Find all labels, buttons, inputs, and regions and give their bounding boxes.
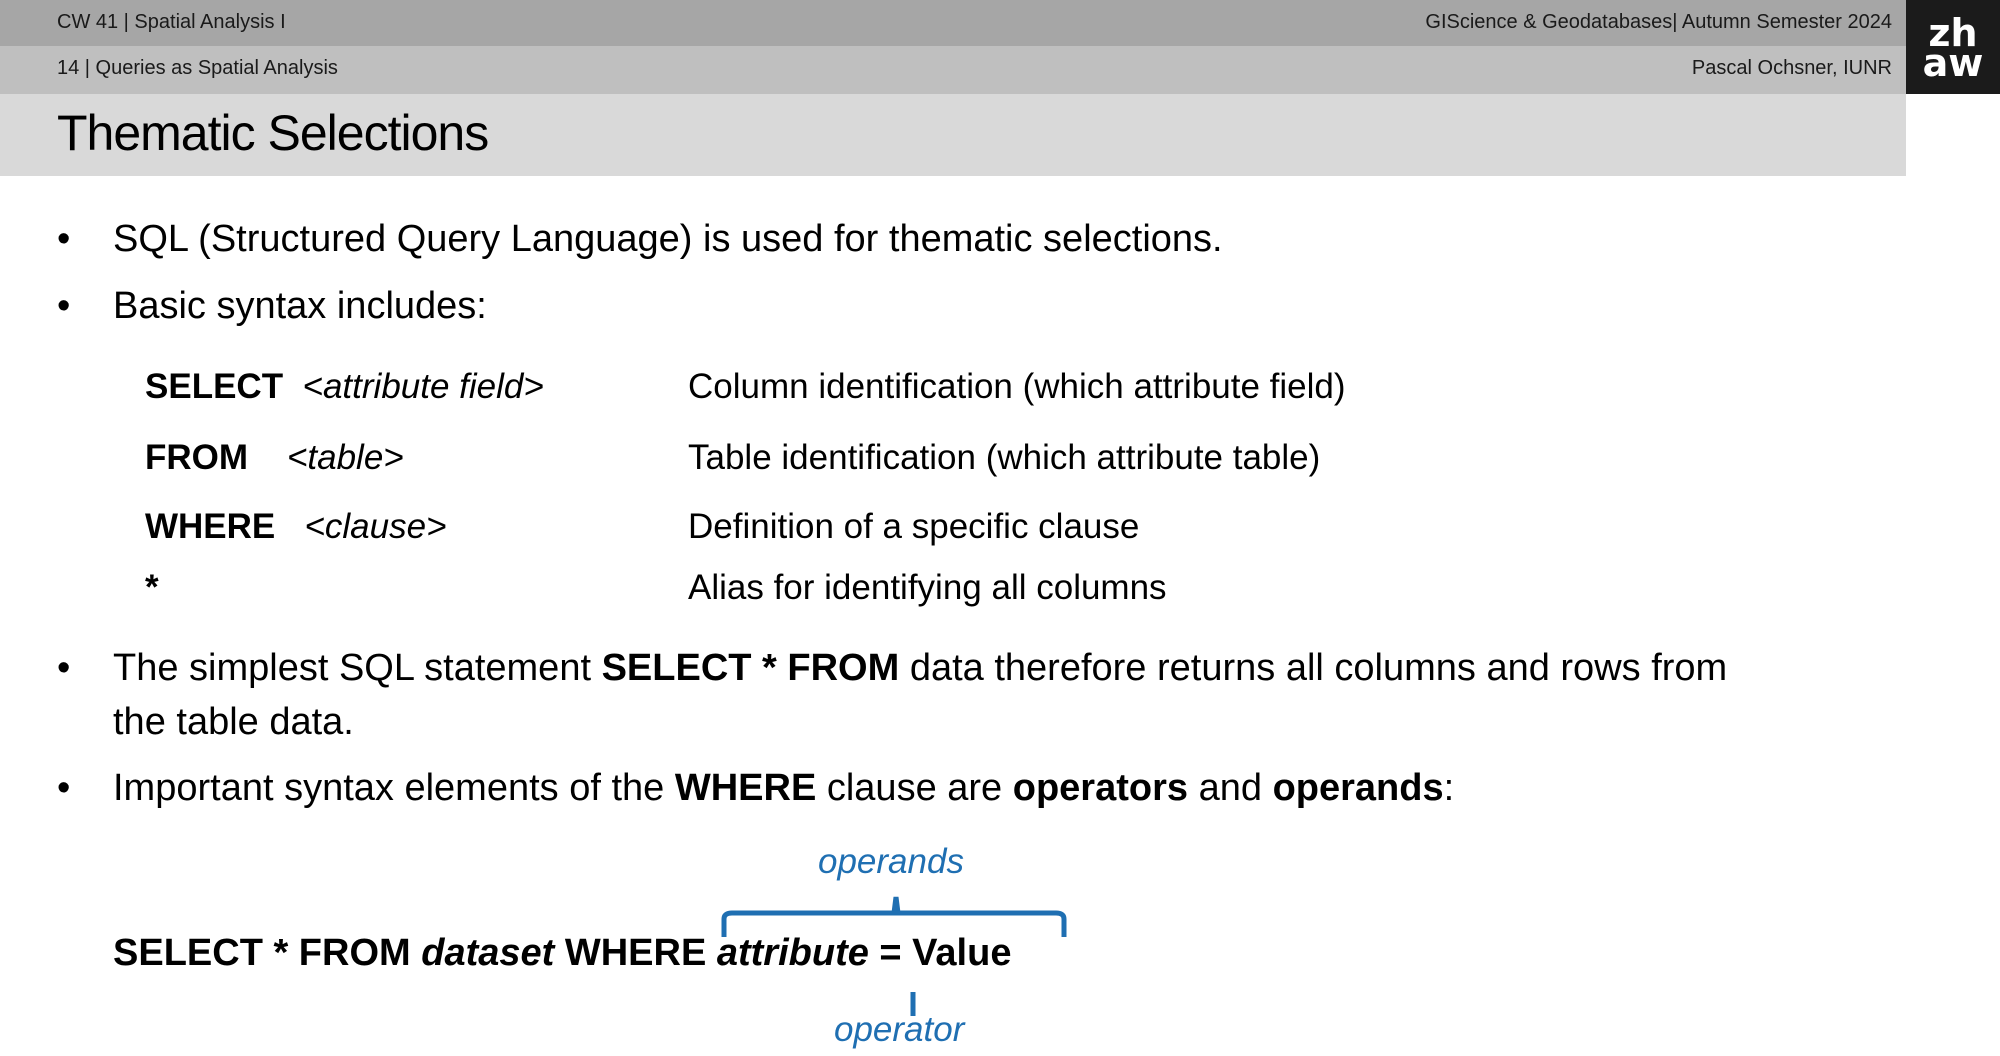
sql-part3: = Value	[868, 932, 1012, 974]
bullet-3-line2-text: the table data.	[113, 701, 354, 743]
syntax-keyword: SELECT	[145, 367, 284, 406]
bullet-dot: •	[57, 285, 71, 327]
author-label: Pascal Ochsner, IUNR	[1691, 57, 1892, 79]
syntax-desc-select: Column identification (which attribute f…	[688, 367, 1346, 406]
syntax-row-select: SELECT <attribute field>	[145, 367, 544, 407]
syntax-row-star: *	[145, 568, 159, 608]
header-bar-middle: 14 | Queries as Spatial Analysis Pascal …	[0, 46, 1906, 94]
slide-label: 14 | Queries as Spatial Analysis	[57, 57, 338, 79]
subject-label: GIScience & Geodatabases| Autumn Semeste…	[1425, 11, 1892, 33]
course-label: CW 41 | Spatial Analysis I	[57, 11, 286, 33]
bullet-1-text: SQL (Structured Query Language) is used …	[113, 218, 1223, 260]
sql-example: SELECT * FROM dataset WHERE attribute = …	[113, 932, 1011, 975]
sql-part1: SELECT * FROM	[113, 932, 422, 974]
bullet-dot: •	[57, 647, 71, 689]
bullet-4-operands: operands	[1272, 767, 1444, 809]
bullet-4-text: Important syntax elements of the WHERE c…	[113, 767, 1454, 810]
bullet-4-pre: Important syntax elements of the	[113, 767, 675, 809]
page-title: Thematic Selections	[57, 105, 489, 161]
bullet-3-bold: SELECT * FROM	[601, 647, 900, 689]
sql-attribute: attribute	[716, 932, 869, 974]
bullet-4-where: WHERE	[674, 767, 817, 809]
bullet-3-pre: The simplest SQL statement	[113, 647, 602, 689]
bullet-3-post: data therefore returns all columns and r…	[899, 647, 1728, 689]
bullet-4-mid1: clause are	[816, 767, 1013, 809]
bullet-4-mid2: and	[1188, 767, 1273, 809]
syntax-arg: <attribute field>	[302, 367, 544, 406]
bullet-dot: •	[57, 218, 71, 260]
zhaw-logo: zh aw	[1906, 0, 2000, 94]
bullet-4-operators: operators	[1012, 767, 1189, 809]
bullet-3-text: The simplest SQL statement SELECT * FROM…	[113, 647, 1727, 690]
operands-label: operands	[818, 842, 964, 881]
syntax-keyword: WHERE	[145, 507, 276, 546]
syntax-arg: <clause>	[304, 507, 447, 546]
syntax-keyword: *	[145, 568, 159, 607]
bullet-dot: •	[57, 767, 71, 809]
syntax-desc-from: Table identification (which attribute ta…	[688, 438, 1321, 477]
syntax-row-where: WHERE <clause>	[145, 507, 447, 547]
syntax-keyword: FROM	[145, 438, 249, 477]
syntax-arg: <table>	[286, 438, 404, 477]
syntax-desc-star: Alias for identifying all columns	[688, 568, 1167, 607]
operator-label: operator	[834, 1010, 965, 1049]
sql-dataset: dataset	[421, 932, 555, 974]
bullet-2-text: Basic syntax includes:	[113, 285, 487, 327]
syntax-desc-where: Definition of a specific clause	[688, 507, 1140, 546]
sql-part2: WHERE	[554, 932, 717, 974]
syntax-row-from: FROM <table>	[145, 438, 404, 478]
header-bar-top: CW 41 | Spatial Analysis I GIScience & G…	[0, 0, 1906, 46]
bullet-4-post: :	[1443, 767, 1455, 809]
logo-bottom-text: aw	[1922, 41, 1984, 85]
